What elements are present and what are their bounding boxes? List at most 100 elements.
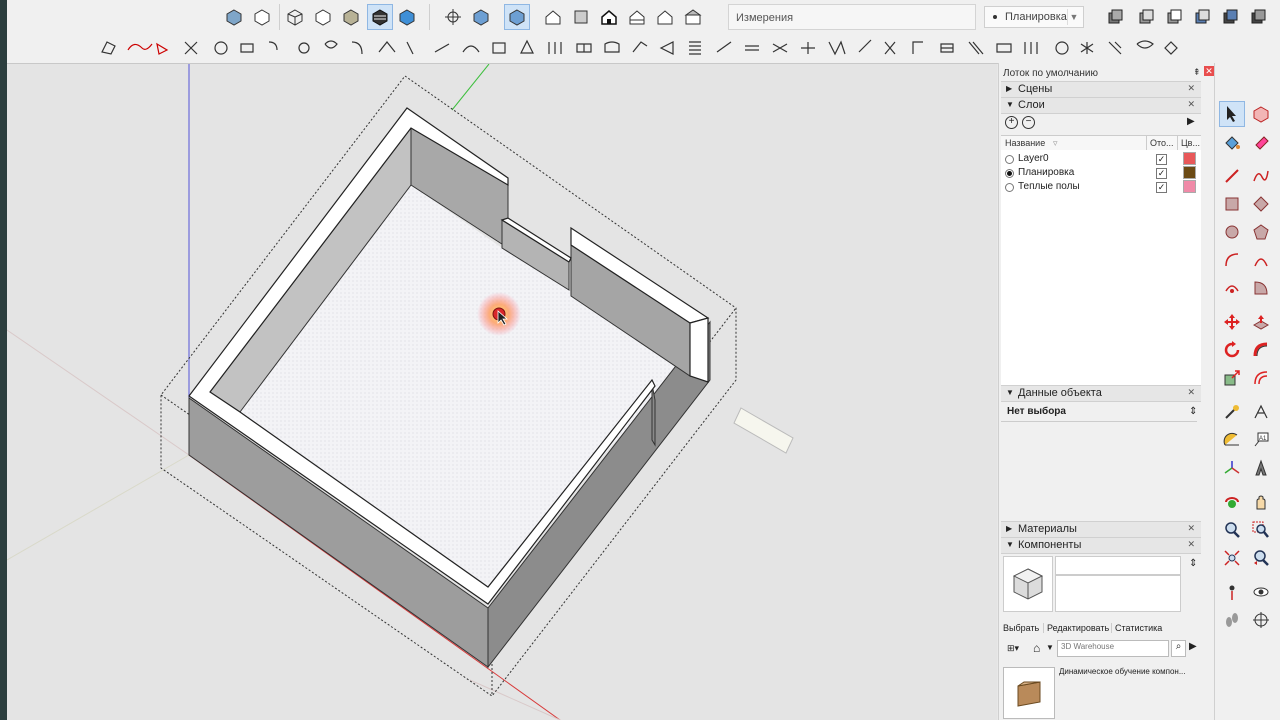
orbit-tool-icon[interactable] [1219,489,1245,515]
circle-tool-icon[interactable] [1219,219,1245,245]
zoom-window-icon[interactable] [1248,517,1274,543]
axes-tool-icon[interactable] [1219,455,1245,481]
close-icon[interactable]: ✕ [1187,83,1195,94]
shaded-icon[interactable] [339,5,363,29]
arc-tool-icon[interactable] [1219,247,1245,273]
move-tool-icon[interactable] [1219,309,1245,335]
modeling-viewport[interactable] [7,64,997,720]
plugin-tool-icons[interactable] [7,34,1280,63]
rotated-rectangle-icon[interactable] [1248,191,1274,217]
search-icon[interactable]: ⌕ [1171,640,1186,657]
search-input[interactable]: 3D Warehouse [1057,640,1169,657]
dimension-tool-icon[interactable] [1248,399,1274,425]
previous-view-icon[interactable] [1248,545,1274,571]
section-plane-icon[interactable] [1248,607,1274,633]
layer-visible-checkbox[interactable]: ✓ [1156,154,1167,165]
component-icon-2[interactable] [1134,5,1158,29]
panel-layers[interactable]: ▼ Слои ✕ [1001,97,1201,114]
freehand-icon[interactable] [1248,163,1274,189]
rotate-tool-icon[interactable] [1219,337,1245,363]
zoom-extents-icon[interactable] [1219,545,1245,571]
panel-components[interactable]: ▼ Компоненты ✕ [1001,537,1201,554]
panel-materials[interactable]: ▶ Материалы ✕ [1001,521,1201,538]
close-icon[interactable]: ✕ [1187,539,1195,550]
walk-tool-icon[interactable] [1219,607,1245,633]
component-outliner-icon[interactable] [1103,5,1127,29]
tape-measure-icon[interactable] [1219,399,1245,425]
component-name-field[interactable] [1055,556,1181,575]
layer-color-swatch[interactable] [1183,180,1196,193]
protractor-icon[interactable] [1219,427,1245,453]
col-color[interactable]: Цв... [1177,136,1200,150]
component-icon-4[interactable] [1190,5,1214,29]
house-back-icon[interactable] [653,5,677,29]
house-top-icon[interactable] [569,5,593,29]
col-visible[interactable]: Ото... [1146,136,1174,150]
layer-details-icon[interactable]: ▶ [1187,116,1195,127]
house-right-icon[interactable] [625,5,649,29]
layer-row[interactable]: Теплые полы ✓ [1001,180,1199,195]
monochrome-icon[interactable] [395,5,419,29]
offset-tool-icon[interactable] [1248,365,1274,391]
position-camera-icon[interactable] [1219,579,1245,605]
tab-statistics[interactable]: Статистика [1111,623,1162,633]
iso-view-active-icon[interactable] [504,4,530,30]
iso-view-icon[interactable] [469,5,493,29]
navigate-icon[interactable]: ▶ [1189,641,1197,652]
tab-edit[interactable]: Редактировать [1043,623,1109,633]
component-icon-5[interactable] [1218,5,1242,29]
home-icon[interactable]: ⌂ [1033,641,1040,655]
xray-box-icon[interactable] [222,5,246,29]
panel-entity-info[interactable]: ▼ Данные объекта ✕ [1001,385,1201,402]
close-icon[interactable]: ✕ [1187,99,1195,110]
house-front-icon[interactable] [597,5,621,29]
three-point-arc-icon[interactable] [1219,275,1245,301]
chevron-down-icon[interactable]: ▼ [1046,643,1054,652]
component-details-icon[interactable]: ⇕ [1189,558,1197,569]
scale-tool-icon[interactable] [1219,365,1245,391]
component-description-field[interactable] [1055,575,1181,612]
layer-visible-checkbox[interactable]: ✓ [1156,182,1167,193]
col-name[interactable]: Название [1005,136,1045,150]
close-icon[interactable]: ✕ [1187,387,1195,398]
paint-bucket-icon[interactable] [1219,129,1245,155]
layer-color-swatch[interactable] [1183,166,1196,179]
box-outline-icon[interactable] [250,5,274,29]
zoom-tool-icon[interactable] [1219,517,1245,543]
make-component-icon[interactable] [1248,101,1274,127]
delete-layer-icon[interactable]: − [1022,116,1035,129]
dynamic-component-thumbnail[interactable] [1003,667,1055,719]
push-pull-icon[interactable] [1248,309,1274,335]
component-icon-3[interactable] [1162,5,1186,29]
close-tray-icon[interactable]: ✕ [1204,66,1214,76]
layer-active-radio[interactable] [1005,183,1014,192]
select-tool-icon[interactable] [1219,101,1245,127]
eraser-icon[interactable] [1248,129,1274,155]
pan-tool-icon[interactable] [1248,489,1274,515]
camera-position-icon[interactable] [441,5,465,29]
measurements-box[interactable]: Измерения [728,4,976,30]
dynamic-component-title[interactable]: Динамическое обучение компон... [1059,667,1186,676]
pin-icon[interactable]: ⇞ [1193,67,1201,78]
view-options-icon[interactable]: ⊞▾ [1007,643,1019,654]
layer-visible-checkbox[interactable]: ✓ [1156,168,1167,179]
house-iso-icon[interactable] [541,5,565,29]
hidden-line-icon[interactable] [311,5,335,29]
house-left-icon[interactable] [681,5,705,29]
layer-row[interactable]: Layer0 ✓ [1001,152,1199,167]
model-canvas[interactable] [7,64,997,720]
layer-active-radio[interactable] [1005,155,1014,164]
3d-text-icon[interactable] [1248,455,1274,481]
polygon-tool-icon[interactable] [1248,219,1274,245]
panel-scenes[interactable]: ▶ Сцены ✕ [1001,81,1201,98]
wireframe-icon[interactable] [283,5,307,29]
add-layer-icon[interactable]: + [1005,116,1018,129]
close-icon[interactable]: ✕ [1187,523,1195,534]
shaded-textures-icon[interactable] [367,4,393,30]
layer-color-swatch[interactable] [1183,152,1196,165]
text-tool-icon[interactable]: A1 [1248,427,1274,453]
active-layer-dropdown[interactable]: Планировка ▼ [984,6,1084,28]
line-tool-icon[interactable] [1219,163,1245,189]
look-around-icon[interactable] [1248,579,1274,605]
follow-me-icon[interactable] [1248,337,1274,363]
